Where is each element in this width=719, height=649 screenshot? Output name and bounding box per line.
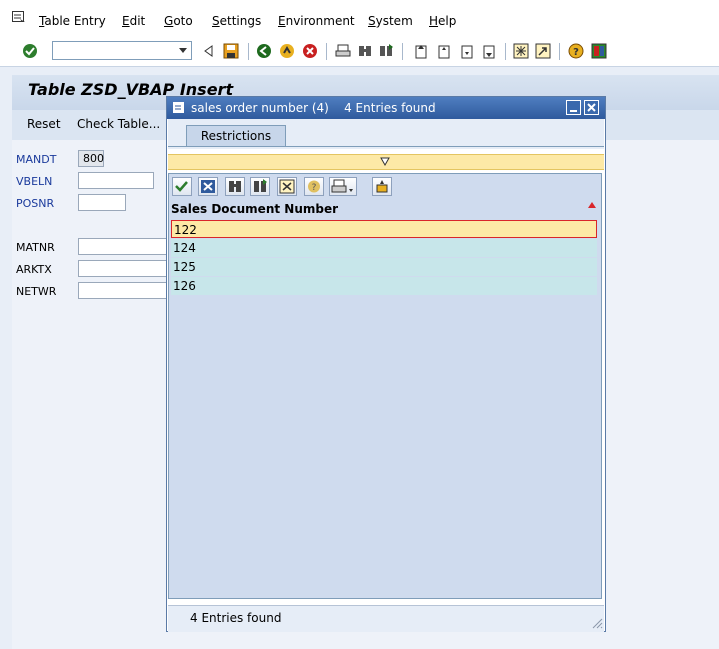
find-button[interactable] (225, 177, 245, 196)
find-icon (229, 181, 241, 192)
vbeln-field[interactable] (78, 172, 154, 189)
list-item[interactable]: 126 (171, 277, 597, 295)
toolbar-separator (559, 43, 560, 60)
sort-icon (279, 179, 295, 194)
close-button[interactable] (584, 100, 599, 115)
copy-button[interactable] (172, 177, 192, 196)
matnr-field[interactable] (78, 238, 168, 255)
mandt-label: MANDT (16, 153, 57, 166)
menu-list-icon[interactable] (173, 102, 185, 114)
first-page-icon[interactable] (413, 43, 429, 59)
find-next-icon[interactable] (378, 43, 394, 59)
arktx-field[interactable] (78, 260, 168, 277)
save-icon[interactable] (223, 43, 239, 59)
value-help-dialog: sales order number (4) 4 Entries found R… (166, 96, 606, 632)
back-triangle-icon[interactable] (201, 43, 217, 59)
cancel-button[interactable] (198, 177, 218, 196)
enter-check-icon[interactable] (22, 43, 38, 59)
arktx-label: ARKTX (16, 263, 52, 276)
sort-button[interactable] (277, 177, 297, 196)
toolbar-separator (326, 43, 327, 60)
minimize-icon (570, 110, 577, 112)
menu-table-entry[interactable]: Table Entry (39, 14, 106, 28)
status-text: 4 Entries found (190, 611, 282, 625)
list-item[interactable]: 125 (171, 258, 597, 276)
find-next-icon (254, 179, 267, 192)
posnr-label: POSNR (16, 197, 55, 210)
menu-help[interactable]: Help (429, 14, 456, 28)
print-button[interactable] (329, 177, 357, 196)
svg-text:?: ? (573, 47, 579, 58)
print-icon (331, 179, 353, 193)
column-header-sales-document-number[interactable]: Sales Document Number (171, 202, 597, 219)
menu-environment[interactable]: Environment (278, 14, 355, 28)
print-icon[interactable] (335, 43, 351, 59)
dialog-title-bar[interactable]: sales order number (4) 4 Entries found (167, 97, 605, 119)
create-session-icon[interactable] (513, 43, 529, 59)
find-icon[interactable] (357, 43, 373, 59)
tab-divider (168, 146, 604, 147)
close-icon (587, 103, 596, 112)
netwr-label: NETWR (16, 285, 57, 298)
netwr-field[interactable] (78, 282, 168, 299)
cancel-icon[interactable] (302, 43, 318, 59)
command-field[interactable] (52, 41, 192, 60)
vbeln-label: VBELN (16, 175, 53, 188)
menu-settings[interactable]: Settings (212, 14, 261, 28)
info-icon: ? (308, 180, 320, 193)
next-page-icon[interactable] (459, 43, 475, 59)
command-input[interactable] (53, 42, 177, 59)
customize-layout-icon[interactable] (591, 43, 607, 59)
menu-system[interactable]: System (368, 14, 413, 28)
posnr-field[interactable] (78, 194, 126, 211)
menu-goto[interactable]: Goto (164, 14, 193, 28)
toolbar-separator (505, 43, 506, 60)
dialog-title: sales order number (4) 4 Entries found (191, 101, 436, 115)
shortcut-icon[interactable] (535, 43, 551, 59)
resize-grip-icon[interactable] (591, 617, 603, 629)
check-icon (175, 181, 188, 192)
tab-restrictions[interactable]: Restrictions (186, 125, 286, 147)
check-table-button[interactable]: Check Table... (77, 117, 160, 131)
menu-bar: Table Entry Edit Goto Settings Environme… (0, 0, 719, 38)
toolbar-separator (248, 43, 249, 60)
list-item[interactable]: 124 (171, 239, 597, 257)
information-button[interactable]: ? (304, 177, 324, 196)
menu-edit[interactable]: Edit (122, 14, 145, 28)
help-icon[interactable]: ? (568, 43, 584, 59)
sort-indicator-icon (588, 202, 596, 208)
personal-list-button[interactable] (372, 177, 392, 196)
back-icon[interactable] (256, 43, 272, 59)
list-item[interactable]: 122 (171, 220, 597, 238)
svg-text:?: ? (312, 183, 317, 193)
chevron-down-icon[interactable] (178, 44, 188, 56)
personal-list-icon (376, 180, 388, 193)
previous-page-icon[interactable] (436, 43, 452, 59)
mandt-field[interactable]: 800 (78, 150, 104, 167)
restrictions-expander[interactable] (168, 154, 604, 170)
minimize-button[interactable] (566, 100, 581, 115)
exit-icon[interactable] (279, 43, 295, 59)
menu-list-icon[interactable] (12, 11, 26, 23)
last-page-icon[interactable] (481, 43, 497, 59)
expand-arrow-icon (380, 157, 390, 166)
matnr-label: MATNR (16, 241, 55, 254)
reset-button[interactable]: Reset (27, 117, 61, 131)
toolbar-separator (402, 43, 403, 60)
hit-list-toolbar: ? (170, 176, 604, 198)
tab-strip: Restrictions (168, 119, 604, 149)
status-bar: 4 Entries found (168, 605, 604, 632)
find-next-button[interactable] (250, 177, 270, 196)
cancel-x-icon (201, 180, 215, 193)
